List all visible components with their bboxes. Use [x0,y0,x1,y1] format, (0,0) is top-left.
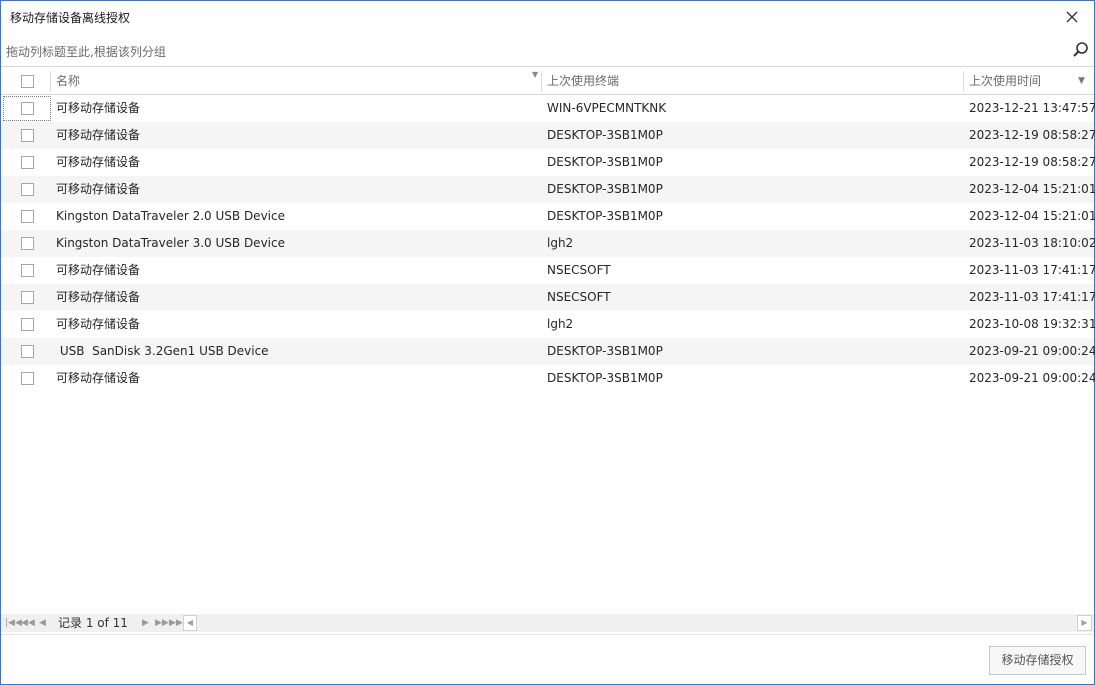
first-page-icon[interactable]: |◀◀ [5,614,22,632]
column-divider [963,71,964,92]
cell-name: Kingston DataTraveler 3.0 USB Device [56,236,285,250]
grid-body: 可移动存储设备 WIN-6VPECMNTKNK 2023-12-21 13:47… [1,95,1095,392]
cell-name: 可移动存储设备 [56,101,141,115]
cell-terminal: DESKTOP-3SB1M0P [547,182,663,196]
column-header-terminal-label: 上次使用终端 [547,74,620,88]
table-row[interactable]: 可移动存储设备 lgh2 2023-10-08 19:32:31 [1,311,1095,338]
column-header-name[interactable]: 名称 ▼ [56,68,541,94]
cell-name: 可移动存储设备 [56,371,141,385]
cell-terminal: DESKTOP-3SB1M0P [547,344,663,358]
prev-page-icon[interactable]: ◀◀ [21,614,35,632]
cell-terminal: NSECSOFT [547,263,611,277]
cell-time: 2023-12-19 08:58:27 [969,155,1095,169]
table-row[interactable]: 可移动存储设备 NSECSOFT 2023-11-03 17:41:17 [1,257,1095,284]
sort-descending-icon: ▼ [1078,76,1085,86]
scroll-left-arrow-icon[interactable]: ◀ [183,615,197,631]
cell-time: 2023-12-19 08:58:27 [969,128,1095,142]
title-bar: 移动存储设备离线授权 [1,1,1094,33]
row-checkbox[interactable] [21,372,34,385]
row-checkbox[interactable] [21,129,34,142]
cell-terminal: lgh2 [547,317,574,331]
cell-name: 可移动存储设备 [56,263,141,277]
next-icon[interactable]: ▶ [142,614,149,632]
column-header-time[interactable]: 上次使用时间 ▼ [969,68,1091,94]
column-header-name-label: 名称 [56,74,81,88]
cell-name: 可移动存储设备 [56,182,141,196]
table-row[interactable]: 可移动存储设备 WIN-6VPECMNTKNK 2023-12-21 13:47… [1,95,1095,122]
select-all-checkbox[interactable] [21,75,34,88]
row-checkbox[interactable] [21,345,34,358]
cell-name: 可移动存储设备 [56,128,141,142]
table-row[interactable]: Kingston DataTraveler 3.0 USB Device lgh… [1,230,1095,257]
pager-bar: |◀◀ ◀◀ ◀ 记录 1 of 11 ▶ ▶▶ ▶▶| ◀ ▶ [1,614,1094,632]
cell-time: 2023-11-03 17:41:17 [969,290,1095,304]
horizontal-scrollbar[interactable] [197,615,1077,631]
row-checkbox[interactable] [21,264,34,277]
cell-terminal: DESKTOP-3SB1M0P [547,155,663,169]
next-page-icon[interactable]: ▶▶ [155,614,169,632]
cell-terminal: DESKTOP-3SB1M0P [547,209,663,223]
search-icon[interactable] [1072,41,1090,59]
cell-time: 2023-12-04 15:21:01 [969,182,1095,196]
table-row[interactable]: 可移动存储设备 DESKTOP-3SB1M0P 2023-12-19 08:58… [1,122,1095,149]
prev-icon[interactable]: ◀ [39,614,46,632]
dialog-footer: 移动存储授权 [1,634,1094,684]
cell-time: 2023-11-03 17:41:17 [969,263,1095,277]
cell-time: 2023-09-21 09:00:24 [969,371,1095,385]
cell-time: 2023-10-08 19:32:31 [969,317,1095,331]
table-row[interactable]: 可移动存储设备 NSECSOFT 2023-11-03 17:41:17 [1,284,1095,311]
cell-name: Kingston DataTraveler 2.0 USB Device [56,209,285,223]
cell-terminal: lgh2 [547,236,574,250]
column-header-terminal[interactable]: 上次使用终端 [547,68,963,94]
cell-time: 2023-12-04 15:21:01 [969,209,1095,223]
row-checkbox[interactable] [21,183,34,196]
authorize-storage-button[interactable]: 移动存储授权 [989,646,1086,675]
row-checkbox[interactable] [21,318,34,331]
cell-time: 2023-09-21 09:00:24 [969,344,1095,358]
cell-time: 2023-12-21 13:47:57 [969,101,1095,115]
dialog-window: 移动存储设备离线授权 拖动列标题至此,根据该列分组 名称 ▼ 上次使用终端 上次… [0,0,1095,685]
scroll-right-arrow-icon[interactable]: ▶ [1077,615,1092,631]
table-row[interactable]: USB SanDisk 3.2Gen1 USB Device DESKTOP-3… [1,338,1095,365]
table-row[interactable]: 可移动存储设备 DESKTOP-3SB1M0P 2023-12-04 15:21… [1,176,1095,203]
record-counter: 记录 1 of 11 [58,616,128,630]
column-divider [541,71,542,92]
row-checkbox[interactable] [21,237,34,250]
cell-name: 可移动存储设备 [56,155,141,169]
column-header-time-label: 上次使用时间 [969,74,1042,88]
group-by-hint: 拖动列标题至此,根据该列分组 [6,45,166,59]
cell-terminal: NSECSOFT [547,290,611,304]
filter-icon[interactable]: ▼ [532,62,538,88]
group-by-panel[interactable]: 拖动列标题至此,根据该列分组 [1,35,1094,67]
grid-header: 名称 ▼ 上次使用终端 上次使用时间 ▼ [1,68,1094,95]
cell-name: 可移动存储设备 [56,290,141,304]
row-checkbox[interactable] [21,102,34,115]
window-title: 移动存储设备离线授权 [10,11,131,25]
close-icon[interactable] [1062,7,1082,27]
table-row[interactable]: 可移动存储设备 DESKTOP-3SB1M0P 2023-12-19 08:58… [1,149,1095,176]
cell-name: 可移动存储设备 [56,317,141,331]
row-checkbox[interactable] [21,210,34,223]
cell-time: 2023-11-03 18:10:02 [969,236,1095,250]
cell-terminal: WIN-6VPECMNTKNK [547,101,667,115]
row-checkbox[interactable] [21,291,34,304]
cell-terminal: DESKTOP-3SB1M0P [547,128,663,142]
table-row[interactable]: 可移动存储设备 DESKTOP-3SB1M0P 2023-09-21 09:00… [1,365,1095,392]
cell-terminal: DESKTOP-3SB1M0P [547,371,663,385]
cell-name: USB SanDisk 3.2Gen1 USB Device [56,344,269,358]
table-row[interactable]: Kingston DataTraveler 2.0 USB Device DES… [1,203,1095,230]
column-divider [50,71,51,92]
row-checkbox[interactable] [21,156,34,169]
